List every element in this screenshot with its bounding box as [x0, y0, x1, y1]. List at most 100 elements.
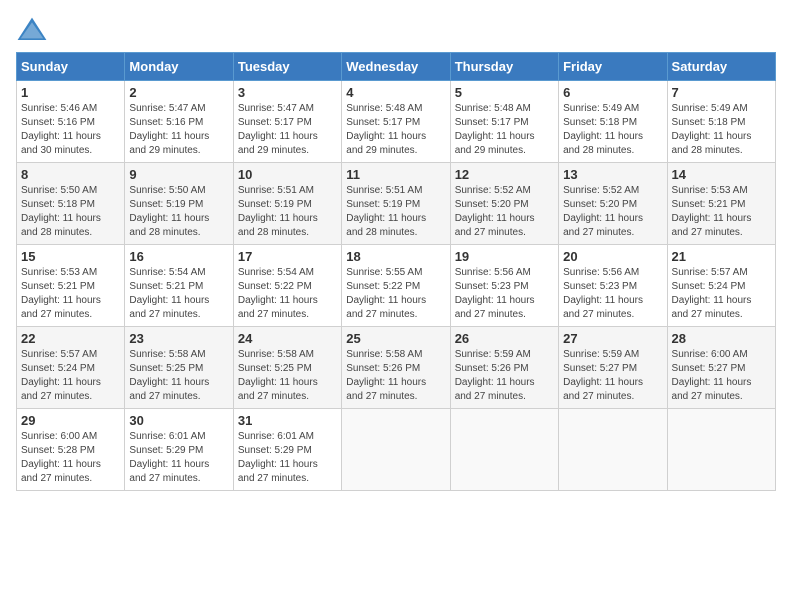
logo-icon: [16, 16, 48, 44]
calendar-cell: 26Sunrise: 5:59 AMSunset: 5:26 PMDayligh…: [450, 327, 558, 409]
calendar-header: SundayMondayTuesdayWednesdayThursdayFrid…: [17, 53, 776, 81]
page-header: [16, 16, 776, 44]
day-number: 16: [129, 249, 228, 264]
calendar-cell: 6Sunrise: 5:49 AMSunset: 5:18 PMDaylight…: [559, 81, 667, 163]
day-number: 12: [455, 167, 554, 182]
day-info: Sunrise: 5:56 AMSunset: 5:23 PMDaylight:…: [563, 266, 662, 322]
day-number: 4: [346, 85, 445, 100]
day-number: 7: [672, 85, 771, 100]
calendar-cell: 28 Sunrise: 6:00 AMSunset: 5:27 PMDayligh…: [667, 327, 775, 409]
header-cell: Tuesday: [233, 53, 341, 81]
day-info: Sunrise: 5:46 AMSunset: 5:16 PMDaylight:…: [21, 102, 120, 158]
day-number: 29: [21, 413, 120, 428]
calendar-cell: 25 Sunrise: 5:58 AMSunset: 5:26 PMDayligh…: [342, 327, 450, 409]
day-number: 17: [238, 249, 337, 264]
calendar-week: 15Sunrise: 5:53 AMSunset: 5:21 PMDayligh…: [17, 245, 776, 327]
calendar-cell: 1 Sunrise: 5:46 AMSunset: 5:16 PMDaylight…: [17, 81, 125, 163]
calendar-cell: 30 Sunrise: 6:01 AMSunset: 5:29 PMDayligh…: [125, 409, 233, 491]
calendar-cell: 18Sunrise: 5:55 AMSunset: 5:22 PMDayligh…: [342, 245, 450, 327]
calendar-cell: 8 Sunrise: 5:50 AMSunset: 5:18 PMDaylight…: [17, 163, 125, 245]
header-cell: Saturday: [667, 53, 775, 81]
calendar-cell: [667, 409, 775, 491]
calendar-cell: 16 Sunrise: 5:54 AMSunset: 5:21 PMDayligh…: [125, 245, 233, 327]
calendar-cell: 22 Sunrise: 5:57 AMSunset: 5:24 PMDayligh…: [17, 327, 125, 409]
day-info: Sunrise: 5:58 AMSunset: 5:25 PMDaylight:…: [129, 348, 228, 404]
calendar-cell: [450, 409, 558, 491]
calendar-cell: 13 Sunrise: 5:52 AMSunset: 5:20 PMDayligh…: [559, 163, 667, 245]
calendar-cell: 12 Sunrise: 5:52 AMSunset: 5:20 PMDayligh…: [450, 163, 558, 245]
day-number: 28: [672, 331, 771, 346]
day-info: Sunrise: 5:51 AMSunset: 5:19 PMDaylight:…: [346, 184, 445, 240]
calendar-cell: 7 Sunrise: 5:49 AMSunset: 5:18 PMDaylight…: [667, 81, 775, 163]
day-number: 1: [21, 85, 120, 100]
header-cell: Sunday: [17, 53, 125, 81]
calendar-cell: 23 Sunrise: 5:58 AMSunset: 5:25 PMDayligh…: [125, 327, 233, 409]
day-info: Sunrise: 6:00 AMSunset: 5:27 PMDaylight:…: [672, 348, 771, 404]
day-number: 24: [238, 331, 337, 346]
day-info: Sunrise: 5:59 AMSunset: 5:26 PMDaylight:…: [455, 348, 554, 404]
header-row: SundayMondayTuesdayWednesdayThursdayFrid…: [17, 53, 776, 81]
calendar-cell: 4 Sunrise: 5:48 AMSunset: 5:17 PMDaylight…: [342, 81, 450, 163]
day-number: 25: [346, 331, 445, 346]
calendar-cell: 29Sunrise: 6:00 AMSunset: 5:28 PMDayligh…: [17, 409, 125, 491]
day-number: 30: [129, 413, 228, 428]
calendar-table: SundayMondayTuesdayWednesdayThursdayFrid…: [16, 52, 776, 491]
calendar-cell: 5Sunrise: 5:48 AMSunset: 5:17 PMDaylight…: [450, 81, 558, 163]
day-number: 20: [563, 249, 662, 264]
day-number: 5: [455, 85, 554, 100]
day-number: 2: [129, 85, 228, 100]
day-info: Sunrise: 5:58 AMSunset: 5:26 PMDaylight:…: [346, 348, 445, 404]
day-info: Sunrise: 5:52 AMSunset: 5:20 PMDaylight:…: [455, 184, 554, 240]
day-info: Sunrise: 5:54 AMSunset: 5:22 PMDaylight:…: [238, 266, 337, 322]
day-number: 14: [672, 167, 771, 182]
calendar-body: 1 Sunrise: 5:46 AMSunset: 5:16 PMDaylight…: [17, 81, 776, 491]
day-info: Sunrise: 5:51 AMSunset: 5:19 PMDaylight:…: [238, 184, 337, 240]
header-cell: Wednesday: [342, 53, 450, 81]
day-number: 11: [346, 167, 445, 182]
day-number: 19: [455, 249, 554, 264]
day-info: Sunrise: 5:56 AMSunset: 5:23 PMDaylight:…: [455, 266, 554, 322]
day-info: Sunrise: 5:54 AMSunset: 5:21 PMDaylight:…: [129, 266, 228, 322]
calendar-cell: 24 Sunrise: 5:58 AMSunset: 5:25 PMDayligh…: [233, 327, 341, 409]
logo: [16, 16, 52, 44]
day-info: Sunrise: 5:52 AMSunset: 5:20 PMDaylight:…: [563, 184, 662, 240]
day-info: Sunrise: 6:01 AMSunset: 5:29 PMDaylight:…: [238, 430, 337, 486]
day-info: Sunrise: 5:47 AMSunset: 5:16 PMDaylight:…: [129, 102, 228, 158]
calendar-cell: [559, 409, 667, 491]
calendar-cell: 17 Sunrise: 5:54 AMSunset: 5:22 PMDayligh…: [233, 245, 341, 327]
calendar-cell: 14 Sunrise: 5:53 AMSunset: 5:21 PMDayligh…: [667, 163, 775, 245]
calendar-cell: 19 Sunrise: 5:56 AMSunset: 5:23 PMDayligh…: [450, 245, 558, 327]
day-number: 18: [346, 249, 445, 264]
calendar-cell: 21 Sunrise: 5:57 AMSunset: 5:24 PMDayligh…: [667, 245, 775, 327]
day-info: Sunrise: 5:58 AMSunset: 5:25 PMDaylight:…: [238, 348, 337, 404]
day-info: Sunrise: 5:57 AMSunset: 5:24 PMDaylight:…: [21, 348, 120, 404]
day-number: 10: [238, 167, 337, 182]
calendar-cell: 27Sunrise: 5:59 AMSunset: 5:27 PMDayligh…: [559, 327, 667, 409]
day-info: Sunrise: 5:57 AMSunset: 5:24 PMDaylight:…: [672, 266, 771, 322]
day-info: Sunrise: 5:49 AMSunset: 5:18 PMDaylight:…: [672, 102, 771, 158]
day-number: 21: [672, 249, 771, 264]
calendar-cell: 3Sunrise: 5:47 AMSunset: 5:17 PMDaylight…: [233, 81, 341, 163]
header-cell: Friday: [559, 53, 667, 81]
day-info: Sunrise: 5:59 AMSunset: 5:27 PMDaylight:…: [563, 348, 662, 404]
calendar-week: 29Sunrise: 6:00 AMSunset: 5:28 PMDayligh…: [17, 409, 776, 491]
calendar-cell: [342, 409, 450, 491]
day-number: 31: [238, 413, 337, 428]
day-number: 8: [21, 167, 120, 182]
calendar-cell: 15Sunrise: 5:53 AMSunset: 5:21 PMDayligh…: [17, 245, 125, 327]
calendar-week: 22 Sunrise: 5:57 AMSunset: 5:24 PMDayligh…: [17, 327, 776, 409]
day-info: Sunrise: 5:48 AMSunset: 5:17 PMDaylight:…: [346, 102, 445, 158]
calendar-cell: 10 Sunrise: 5:51 AMSunset: 5:19 PMDayligh…: [233, 163, 341, 245]
calendar-week: 1 Sunrise: 5:46 AMSunset: 5:16 PMDaylight…: [17, 81, 776, 163]
day-number: 23: [129, 331, 228, 346]
day-info: Sunrise: 5:50 AMSunset: 5:19 PMDaylight:…: [129, 184, 228, 240]
day-info: Sunrise: 6:01 AMSunset: 5:29 PMDaylight:…: [129, 430, 228, 486]
day-info: Sunrise: 5:53 AMSunset: 5:21 PMDaylight:…: [672, 184, 771, 240]
calendar-cell: 31 Sunrise: 6:01 AMSunset: 5:29 PMDayligh…: [233, 409, 341, 491]
day-info: Sunrise: 5:50 AMSunset: 5:18 PMDaylight:…: [21, 184, 120, 240]
day-number: 13: [563, 167, 662, 182]
day-number: 22: [21, 331, 120, 346]
calendar-cell: 9Sunrise: 5:50 AMSunset: 5:19 PMDaylight…: [125, 163, 233, 245]
day-info: Sunrise: 5:53 AMSunset: 5:21 PMDaylight:…: [21, 266, 120, 322]
calendar-cell: 11 Sunrise: 5:51 AMSunset: 5:19 PMDayligh…: [342, 163, 450, 245]
